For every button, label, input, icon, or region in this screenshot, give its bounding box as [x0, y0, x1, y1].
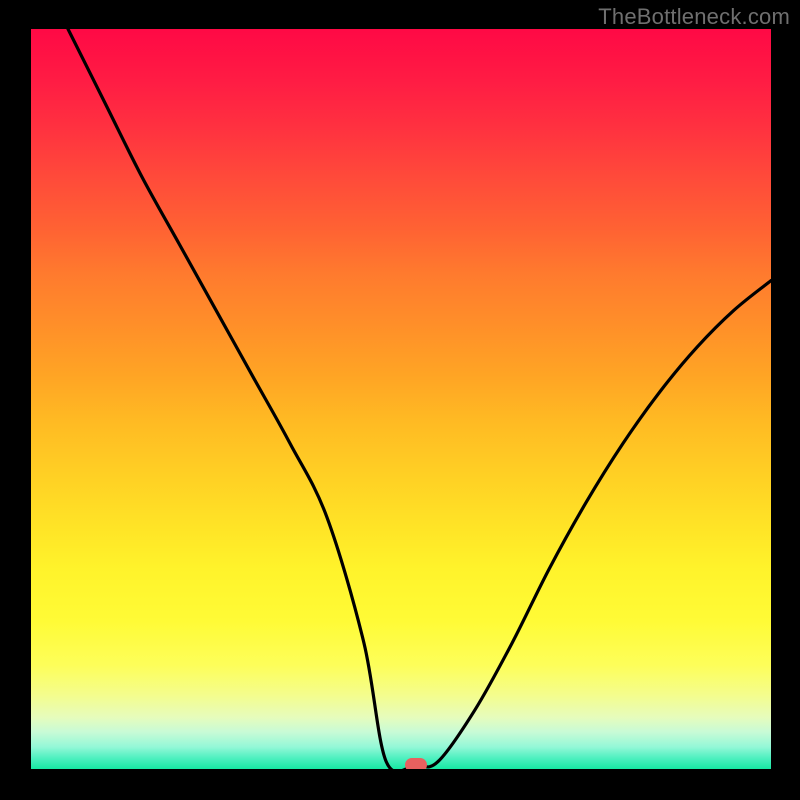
- optimal-point-marker: [405, 758, 427, 769]
- bottleneck-curve-path: [68, 29, 771, 769]
- watermark-text: TheBottleneck.com: [598, 4, 790, 30]
- plot-area: [31, 29, 771, 769]
- curve-svg: [31, 29, 771, 769]
- chart-frame: TheBottleneck.com: [0, 0, 800, 800]
